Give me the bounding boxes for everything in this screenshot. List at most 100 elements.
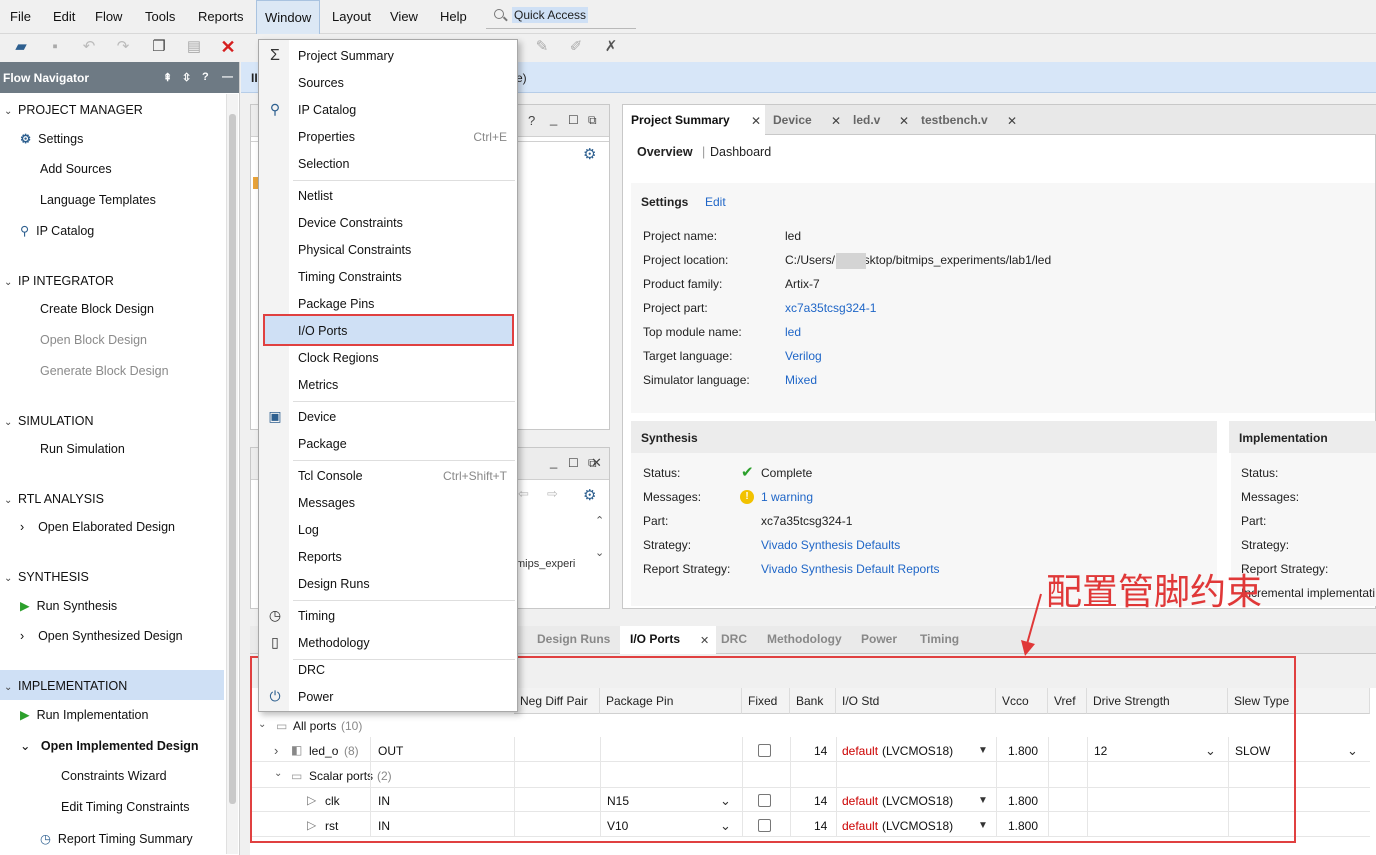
syn-strategy-link[interactable]: Vivado Synthesis Defaults <box>761 538 900 552</box>
menu-file[interactable]: File <box>10 9 31 24</box>
maximize-icon[interactable]: ☐ <box>568 456 579 470</box>
menu-item-power[interactable]: Power <box>298 690 333 704</box>
open-project-icon[interactable]: ▰ <box>12 38 30 56</box>
scroll-down-icon[interactable]: ⌄ <box>595 546 604 559</box>
nav-open-elaborated-design[interactable]: › Open Elaborated Design <box>20 520 175 534</box>
minimize-icon[interactable]: — <box>222 71 233 83</box>
section-synthesis[interactable]: ⌄ SYNTHESIS <box>4 570 89 584</box>
simulator-language-link[interactable]: Mixed <box>785 373 817 387</box>
close-icon[interactable]: ✕ <box>591 455 602 471</box>
section-implementation[interactable]: ⌄ IMPLEMENTATION <box>4 679 127 693</box>
float-icon[interactable]: ⧉ <box>588 113 597 128</box>
delete-icon[interactable]: ✕ <box>219 38 237 56</box>
close-icon[interactable]: ✕ <box>751 114 761 128</box>
debug-icon[interactable]: ✎ <box>533 38 551 56</box>
dashboard-link[interactable]: Dashboard <box>710 145 771 159</box>
help-icon[interactable]: ? <box>528 113 535 128</box>
menu-flow[interactable]: Flow <box>95 9 122 24</box>
chevron-down-icon[interactable]: ⌄ <box>1347 743 1358 759</box>
menu-item-messages[interactable]: Messages <box>298 496 355 510</box>
collapse-all-icon[interactable]: ⇞ <box>163 71 172 84</box>
redo-icon[interactable]: ↷ <box>114 38 132 56</box>
paste-icon[interactable]: ▤ <box>185 38 203 56</box>
menu-item-timing[interactable]: Timing <box>298 609 335 623</box>
menu-item-drc[interactable]: DRC <box>298 663 325 677</box>
menu-item-properties[interactable]: Properties <box>298 130 355 144</box>
copy-icon[interactable]: ❐ <box>150 38 168 56</box>
tab-testbench-v[interactable]: testbench.v ✕ <box>913 105 1023 135</box>
quick-access-input[interactable]: Quick Access <box>486 3 636 29</box>
top-module-link[interactable]: led <box>785 325 801 339</box>
nav-constraints-wizard[interactable]: Constraints Wizard <box>61 769 167 783</box>
menu-item-design-runs[interactable]: Design Runs <box>298 577 370 591</box>
menu-item-device-constraints[interactable]: Device Constraints <box>298 216 403 230</box>
menu-item-device[interactable]: Device <box>298 410 336 424</box>
back-icon[interactable]: ⇦ <box>518 486 529 502</box>
flow-navigator-scrollbar[interactable] <box>226 94 238 854</box>
nav-settings[interactable]: ⚙ Settings <box>20 131 83 146</box>
close-icon[interactable]: ✕ <box>1007 114 1017 128</box>
scroll-up-icon[interactable]: ⌃ <box>595 514 604 527</box>
undo-icon[interactable]: ↶ <box>80 38 98 56</box>
tab-device[interactable]: Device ✕ <box>765 105 845 135</box>
nav-open-implemented-design[interactable]: ⌄ Open Implemented Design <box>20 738 199 753</box>
gear-icon[interactable]: ⚙ <box>583 486 596 504</box>
probe-icon[interactable]: ✐ <box>567 38 585 56</box>
menu-item-log[interactable]: Log <box>298 523 319 537</box>
nav-run-simulation[interactable]: Run Simulation <box>40 442 125 456</box>
menu-layout[interactable]: Layout <box>332 9 371 24</box>
nav-report-timing-summary[interactable]: ◷ Report Timing Summary <box>40 831 193 846</box>
menu-item-ip-catalog[interactable]: IP Catalog <box>298 103 356 117</box>
menu-item-package-pins[interactable]: Package Pins <box>298 297 374 311</box>
expand-all-icon[interactable]: ⇳ <box>182 71 191 84</box>
section-simulation[interactable]: ⌄ SIMULATION <box>4 414 93 428</box>
menu-tools[interactable]: Tools <box>145 9 175 24</box>
menu-item-tcl-console[interactable]: Tcl Console <box>298 469 363 483</box>
nav-run-implementation[interactable]: ▶ Run Implementation <box>20 707 148 722</box>
nav-generate-block-design[interactable]: Generate Block Design <box>40 364 169 378</box>
menu-item-reports[interactable]: Reports <box>298 550 342 564</box>
tab-power[interactable]: Power <box>861 632 897 646</box>
save-icon[interactable]: ▪ <box>46 38 64 56</box>
forward-icon[interactable]: ⇨ <box>547 486 558 502</box>
gear-icon[interactable]: ⚙ <box>583 145 596 163</box>
scroll-thumb[interactable] <box>229 114 236 804</box>
syn-report-strategy-link[interactable]: Vivado Synthesis Default Reports <box>761 562 940 576</box>
settings-edit-link[interactable]: Edit <box>705 195 726 209</box>
syn-messages-link[interactable]: 1 warning <box>761 490 813 504</box>
close-icon[interactable]: ✕ <box>899 114 909 128</box>
nav-run-synthesis[interactable]: ▶ Run Synthesis <box>20 598 117 613</box>
tab-timing[interactable]: Timing <box>920 632 959 646</box>
menu-item-netlist[interactable]: Netlist <box>298 189 333 203</box>
menu-edit[interactable]: Edit <box>53 9 75 24</box>
nav-open-block-design[interactable]: Open Block Design <box>40 333 147 347</box>
overview-link[interactable]: Overview <box>637 145 693 159</box>
menu-item-methodology[interactable]: Methodology <box>298 636 370 650</box>
maximize-icon[interactable]: ☐ <box>568 113 579 127</box>
menu-item-project-summary[interactable]: Project Summary <box>298 49 394 63</box>
nav-add-sources[interactable]: Add Sources <box>40 162 112 176</box>
menu-item-sources[interactable]: Sources <box>298 76 344 90</box>
menu-item-timing-constraints[interactable]: Timing Constraints <box>298 270 402 284</box>
section-ip-integrator[interactable]: ⌄ IP INTEGRATOR <box>4 274 114 288</box>
close-icon[interactable]: ✕ <box>831 114 841 128</box>
nav-language-templates[interactable]: Language Templates <box>40 193 156 207</box>
menu-item-io-ports[interactable]: I/O Ports <box>298 324 347 338</box>
section-rtl-analysis[interactable]: ⌄ RTL ANALYSIS <box>4 492 104 506</box>
tab-methodology[interactable]: Methodology <box>767 632 842 646</box>
project-part-link[interactable]: xc7a35tcsg324-1 <box>785 301 876 315</box>
tab-project-summary[interactable]: Project Summary ✕ <box>623 105 765 135</box>
menu-help[interactable]: Help <box>440 9 467 24</box>
nav-open-synthesized-design[interactable]: › Open Synthesized Design <box>20 629 183 643</box>
nav-ip-catalog[interactable]: ⚲ IP Catalog <box>20 223 94 238</box>
menu-item-physical-constraints[interactable]: Physical Constraints <box>298 243 411 257</box>
minimize-icon[interactable]: _ <box>550 454 557 469</box>
nav-create-block-design[interactable]: Create Block Design <box>40 302 154 316</box>
close-icon[interactable]: ✕ <box>700 634 709 647</box>
menu-window[interactable]: Window <box>256 0 321 34</box>
cross-probe-icon[interactable]: ✗ <box>602 38 620 56</box>
tab-io-ports[interactable]: I/O Ports ✕ <box>620 626 716 654</box>
menu-item-package[interactable]: Package <box>298 437 347 451</box>
minimize-icon[interactable]: _ <box>550 111 557 126</box>
target-language-link[interactable]: Verilog <box>785 349 822 363</box>
